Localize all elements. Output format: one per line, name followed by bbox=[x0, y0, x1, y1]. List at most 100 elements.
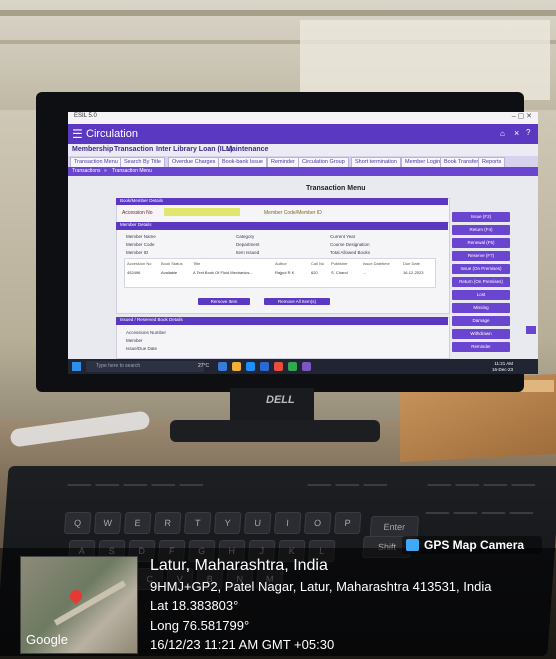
issue-on-premises-button[interactable]: Issue (On Premises) bbox=[452, 264, 510, 274]
table-cell[interactable]: 16-12-2023 bbox=[403, 270, 423, 275]
page-title: Transaction Menu bbox=[306, 185, 366, 192]
table-cell[interactable]: Rajput R K bbox=[275, 270, 294, 275]
table-cell[interactable]: ... bbox=[363, 270, 366, 275]
field-label: Course Designation bbox=[330, 242, 370, 247]
missing-button[interactable]: Missing bbox=[452, 303, 510, 313]
damage-button[interactable]: Damage bbox=[452, 316, 510, 326]
field-label: Category bbox=[236, 234, 255, 239]
return-on-premises-button[interactable]: Return (On Premises) bbox=[452, 277, 510, 287]
app-header-bar: ☰ Circulation ⌂ × ? bbox=[68, 124, 538, 144]
table-header: Author bbox=[275, 261, 287, 266]
windows-start-icon[interactable] bbox=[72, 362, 81, 371]
window-controls[interactable]: – ▢ ✕ bbox=[512, 112, 532, 120]
menu-ill[interactable]: Inter Library Loan (ILL) bbox=[156, 146, 233, 153]
gps-datetime: 16/12/23 11:21 AM GMT +05:30 bbox=[150, 637, 335, 652]
weather-temperature[interactable]: 27°C bbox=[198, 363, 209, 369]
key bbox=[425, 512, 450, 514]
key-y: Y bbox=[213, 512, 242, 534]
scroll-up-button[interactable] bbox=[526, 326, 536, 334]
gps-longitude: Long 76.581799° bbox=[150, 618, 250, 633]
key-q: Q bbox=[63, 512, 92, 534]
panel-title: Book/Member Details bbox=[120, 198, 164, 203]
breadcrumb-item[interactable]: Transactions bbox=[72, 168, 100, 174]
table-cell[interactable]: S. Chand bbox=[331, 270, 348, 275]
key-i: I bbox=[273, 512, 302, 534]
breadcrumb: Transactions » Transaction Menu bbox=[68, 167, 538, 176]
panel-title: Issued / Reserved Book Details bbox=[120, 317, 183, 322]
reminder-button[interactable]: Reminder bbox=[452, 342, 510, 352]
main-menu-bar: Membership Transaction Inter Library Loa… bbox=[68, 144, 538, 156]
accession-input[interactable] bbox=[164, 208, 240, 216]
menu-maintenance[interactable]: Maintenance bbox=[226, 146, 268, 153]
key bbox=[67, 484, 92, 486]
gps-latitude: Lat 18.383803° bbox=[150, 598, 239, 613]
table-header: Call No bbox=[311, 261, 325, 266]
key bbox=[363, 484, 388, 486]
menu-membership[interactable]: Membership bbox=[72, 146, 113, 153]
edge-browser-icon[interactable] bbox=[246, 362, 255, 371]
issued-reserved-header: Issued / Reserved Book Details bbox=[116, 317, 448, 325]
taskbar-search-box[interactable]: Type here to search bbox=[86, 361, 204, 372]
table-cell[interactable]: 620 bbox=[311, 270, 318, 275]
clock-date: 16-Dec-23 bbox=[492, 366, 514, 372]
field-label: Member ID bbox=[126, 250, 149, 255]
task-view-icon[interactable] bbox=[218, 362, 227, 371]
home-icon[interactable]: ⌂ bbox=[500, 129, 505, 138]
hamburger-menu-icon[interactable]: ☰ bbox=[72, 127, 83, 141]
key bbox=[481, 512, 506, 514]
key bbox=[307, 484, 332, 486]
field-label: Item Issued bbox=[236, 250, 260, 255]
table-header: Issue Datetime bbox=[363, 261, 390, 266]
withdrawn-button[interactable]: Withdrawn bbox=[452, 329, 510, 339]
ceiling-beam bbox=[0, 10, 556, 16]
issue-button[interactable]: Issue (F2) bbox=[452, 212, 510, 222]
table-cell[interactable]: 452496 bbox=[127, 270, 140, 275]
help-icon[interactable]: ? bbox=[526, 128, 530, 137]
close-icon[interactable]: × bbox=[514, 128, 519, 138]
remove-all-items-button[interactable]: Remove All Item(s) bbox=[264, 298, 330, 305]
reserve-button[interactable]: Reserve (F7) bbox=[452, 251, 510, 261]
gps-address: 9HMJ+GP2, Patel Nagar, Latur, Maharashtr… bbox=[150, 579, 492, 594]
table-header: Title bbox=[193, 261, 201, 266]
key-e: E bbox=[123, 512, 152, 534]
key-o: O bbox=[303, 512, 332, 534]
window-titlebar: ESIL 5.0 – ▢ ✕ bbox=[68, 112, 538, 124]
table-cell[interactable]: Available bbox=[161, 270, 177, 275]
key bbox=[453, 512, 478, 514]
key-r: R bbox=[153, 512, 182, 534]
remove-item-button[interactable]: Remove Item bbox=[198, 298, 250, 305]
lost-button[interactable]: Lost bbox=[452, 290, 510, 300]
file-explorer-icon[interactable] bbox=[232, 362, 241, 371]
windows-taskbar: Type here to search 27°C 11:21 AM 16-Dec… bbox=[68, 359, 538, 374]
table-cell[interactable]: A Text Book Of Fluid Mechanics... bbox=[193, 270, 253, 275]
clock-time: 11:21 AM bbox=[494, 361, 514, 366]
monitor-brand-logo: DELL bbox=[266, 394, 295, 406]
table-header: Book Status bbox=[161, 261, 183, 266]
key bbox=[509, 512, 534, 514]
key bbox=[95, 484, 120, 486]
taskbar-clock[interactable]: 11:21 AM 16-Dec-23 bbox=[492, 361, 513, 372]
gps-camera-icon bbox=[406, 539, 419, 551]
return-button[interactable]: Return (F4) bbox=[452, 225, 510, 235]
chrome-icon[interactable] bbox=[274, 362, 283, 371]
google-logo: Google bbox=[26, 632, 68, 647]
app-header-title: Circulation bbox=[86, 128, 138, 140]
key bbox=[151, 484, 176, 486]
key-p: P bbox=[333, 512, 362, 534]
menu-transaction[interactable]: Transaction bbox=[114, 146, 153, 153]
app-icon[interactable] bbox=[302, 362, 311, 371]
breadcrumb-separator: » bbox=[104, 168, 107, 174]
field-label: Issue/Due Date bbox=[126, 346, 158, 351]
renewal-button[interactable]: Renewal (F5) bbox=[452, 238, 510, 248]
key bbox=[335, 484, 360, 486]
store-icon[interactable] bbox=[260, 362, 269, 371]
table-header: Publisher bbox=[331, 261, 348, 266]
key-enter: Enter bbox=[369, 516, 420, 538]
breadcrumb-item[interactable]: Transaction Menu bbox=[112, 168, 152, 174]
field-label: Member bbox=[126, 338, 143, 343]
field-label: Department bbox=[236, 242, 260, 247]
accession-label: Accession No bbox=[122, 210, 153, 216]
key bbox=[123, 484, 148, 486]
field-label: Accessions Number bbox=[126, 330, 167, 335]
app-icon[interactable] bbox=[288, 362, 297, 371]
